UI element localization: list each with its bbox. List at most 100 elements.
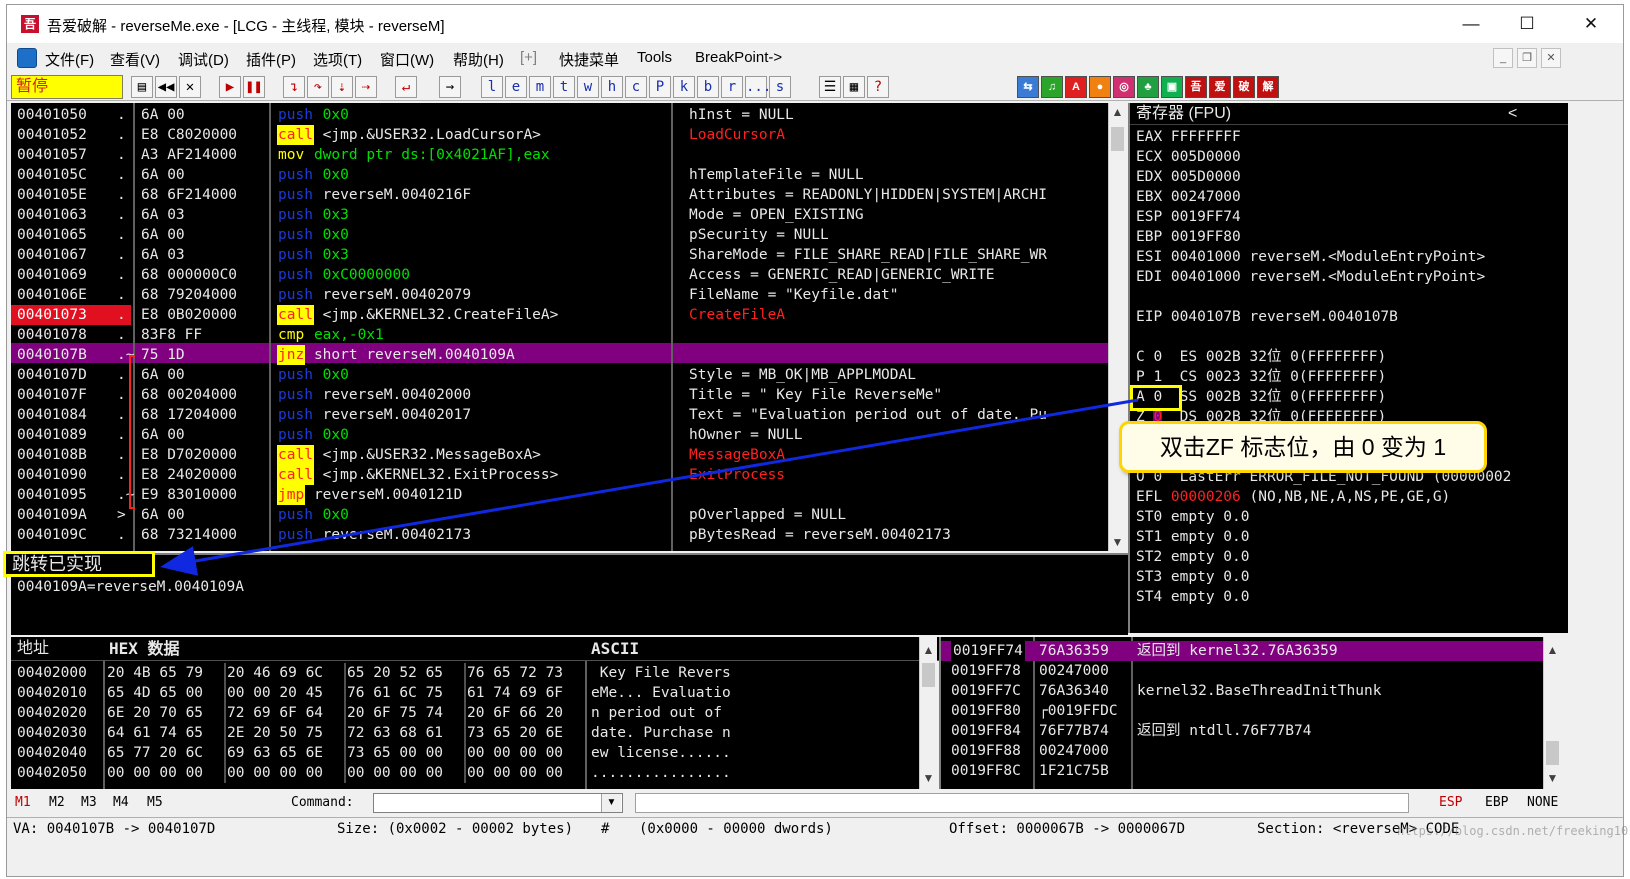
esp-button[interactable]: ESP	[1439, 795, 1462, 810]
cpu-button[interactable]: c	[625, 76, 647, 98]
memory-dump-pane[interactable]: 00402000 20 4B 65 79 20 46 69 6C 65 20 52 6…	[11, 661, 919, 789]
stack-pane[interactable]: 0019FF74 76A36359 返回到 kernel32.76A36359 001…	[939, 637, 1543, 789]
menu-tools[interactable]: Tools	[637, 49, 672, 66]
source-button[interactable]: s	[769, 76, 791, 98]
command-dropdown-icon[interactable]: ▼	[601, 794, 621, 812]
disasm-row[interactable]: 00401078. 83F8 FF cmp eax,-0x1	[11, 325, 671, 345]
disasm-row[interactable]: 00401090. E8 24020000 call <jmp.&KERNEL32.…	[11, 465, 671, 485]
tab-m1[interactable]: M1	[15, 795, 31, 810]
threads-button[interactable]: t	[553, 76, 575, 98]
register-line[interactable]: EDX 005D0000	[1136, 167, 1241, 187]
plugin-box-icon[interactable]: ▣	[1161, 76, 1183, 98]
register-line[interactable]: P 1 CS 0023 32位 0(FFFFFFFF)	[1136, 367, 1386, 387]
cpu-disassembly-pane[interactable]: 00401050. 6A 00 push 0x0 00401052. E8 C80200…	[11, 103, 1108, 551]
ebp-button[interactable]: EBP	[1485, 795, 1508, 810]
dump-scrollbar[interactable]: ▲ ▼	[919, 637, 937, 789]
dump-row[interactable]: 00402010 65 4D 65 00 00 00 20 45 76 61 6C 7…	[11, 683, 919, 703]
register-line[interactable]: ST1 empty 0.0	[1136, 527, 1250, 547]
dump-scroll-thumb[interactable]	[922, 663, 935, 687]
windows-button[interactable]: w	[577, 76, 599, 98]
command-output-field[interactable]	[635, 793, 1409, 813]
menu-shortcuts[interactable]: 快捷菜单	[559, 49, 619, 70]
registers-collapse-icon[interactable]: <	[1508, 103, 1517, 125]
register-line[interactable]: EAX FFFFFFFF	[1136, 127, 1241, 147]
efl-value[interactable]: 00000206	[1171, 489, 1241, 505]
list-icon[interactable]: ☰	[819, 76, 841, 98]
disasm-row[interactable]: 0040106E. 68 79204000 push reverseM.004020…	[11, 285, 671, 305]
call-stack-button[interactable]: k	[673, 76, 695, 98]
disasm-row[interactable]: 00401089. 6A 00 push 0x0	[11, 425, 671, 445]
mdi-restore-button[interactable]: ❐	[1517, 48, 1537, 68]
plugin-a-icon[interactable]: A	[1065, 76, 1087, 98]
menu-breakpoint[interactable]: BreakPoint->	[695, 49, 782, 66]
stack-row[interactable]: 0019FF80 ┌0019FFDC	[941, 701, 1543, 721]
executable-modules-button[interactable]: e	[505, 76, 527, 98]
stack-row[interactable]: 0019FF84 76F77B74 返回到 ntdll.76F77B74	[941, 721, 1543, 741]
register-line[interactable]: ST2 empty 0.0	[1136, 547, 1250, 567]
register-line[interactable]: ST3 empty 0.0	[1136, 567, 1250, 587]
disasm-row[interactable]: 0040107B .~ 75 1D jnz short reverseM.004010…	[11, 345, 671, 365]
patches-button[interactable]: P	[649, 76, 671, 98]
mdi-minimize-button[interactable]: _	[1493, 48, 1513, 68]
scroll-down-icon[interactable]: ▼	[1109, 533, 1126, 551]
menu-add[interactable]: [+]	[520, 49, 537, 66]
disasm-row[interactable]: 00401069. 68 000000C0 push 0xC0000000	[11, 265, 671, 285]
stack-row[interactable]: 0019FF8C 1F21C75B	[941, 761, 1543, 781]
log-window-button[interactable]: l	[481, 76, 503, 98]
menu-window[interactable]: 窗口(W)	[380, 49, 434, 70]
disasm-row[interactable]: 0040105E. 68 6F214000 push reverseM.004021…	[11, 185, 671, 205]
mdi-close-button[interactable]: ✕	[1541, 48, 1561, 68]
scroll-up-icon[interactable]: ▲	[1109, 103, 1126, 121]
grid-icon[interactable]: ▦	[843, 76, 865, 98]
disasm-row[interactable]: 00401052. E8 C8020000 call <jmp.&USER32.Lo…	[11, 125, 671, 145]
goto-icon[interactable]: →	[439, 76, 461, 98]
logo-wu-icon[interactable]: 吾	[1185, 76, 1207, 98]
trace-over-icon[interactable]: ⇢	[355, 76, 377, 98]
memory-map-button[interactable]: m	[529, 76, 551, 98]
tab-m2[interactable]: M2	[49, 795, 65, 810]
scroll-thumb[interactable]	[1111, 127, 1124, 151]
disasm-row[interactable]: 0040109C. 68 73214000 push reverseM.004021…	[11, 525, 671, 545]
register-line[interactable]: ESP 0019FF74	[1136, 207, 1241, 227]
menu-help[interactable]: 帮助(H)	[453, 49, 504, 70]
disasm-row[interactable]: 00401057. A3 AF214000 mov dword ptr ds:[0x…	[11, 145, 671, 165]
disasm-row[interactable]: 00401084. 68 17204000 push reverseM.004020…	[11, 405, 671, 425]
close-process-icon[interactable]: ✕	[179, 76, 201, 98]
disasm-row[interactable]: 00401095 .~ E9 83010000 jmp reverseM.004012…	[11, 485, 671, 505]
menu-view[interactable]: 查看(V)	[110, 49, 160, 70]
disasm-row[interactable]: 0040108B. E8 D7020000 call <jmp.&USER32.Me…	[11, 445, 671, 465]
registers-header[interactable]: 寄存器 (FPU) <	[1130, 103, 1568, 125]
tab-m5[interactable]: M5	[147, 795, 163, 810]
step-into-icon[interactable]: ↴	[283, 76, 305, 98]
stack-scroll-thumb[interactable]	[1546, 741, 1559, 765]
dump-scroll-down-icon[interactable]: ▼	[920, 769, 937, 787]
disasm-row[interactable]: 0040105C. 6A 00 push 0x0	[11, 165, 671, 185]
stack-row[interactable]: 0019FF74 76A36359 返回到 kernel32.76A36359	[941, 641, 1543, 661]
tab-m3[interactable]: M3	[81, 795, 97, 810]
menu-debug[interactable]: 调试(D)	[178, 49, 229, 70]
none-button[interactable]: NONE	[1527, 795, 1558, 810]
menu-plugins[interactable]: 插件(P)	[246, 49, 296, 70]
command-input[interactable]	[373, 793, 623, 813]
disasm-row[interactable]: 00401065. 6A 00 push 0x0	[11, 225, 671, 245]
stack-scroll-down-icon[interactable]: ▼	[1544, 769, 1561, 787]
minimize-button[interactable]: —	[1443, 5, 1499, 43]
plugin-swap-icon[interactable]: ⇆	[1017, 76, 1039, 98]
logo-po-icon[interactable]: 破	[1233, 76, 1255, 98]
dump-col-hex[interactable]: HEX 数据	[109, 637, 180, 661]
debugger-menu-icon[interactable]	[17, 48, 37, 68]
dump-row[interactable]: 00402000 20 4B 65 79 20 46 69 6C 65 20 52 6…	[11, 663, 919, 683]
dump-row[interactable]: 00402020 6E 20 70 65 72 69 6F 64 20 6F 75 7…	[11, 703, 919, 723]
plugin-club-icon[interactable]: ♣	[1137, 76, 1159, 98]
dump-row[interactable]: 00402040 65 77 20 6C 69 63 65 6E 73 65 00 0…	[11, 743, 919, 763]
execute-till-return-icon[interactable]: ↵	[395, 76, 417, 98]
trace-into-icon[interactable]: ⇣	[331, 76, 353, 98]
tab-m4[interactable]: M4	[113, 795, 129, 810]
register-line[interactable]: ESI 00401000 reverseM.<ModuleEntryPoint>	[1136, 247, 1485, 267]
run-trace-button[interactable]: ...	[745, 76, 771, 98]
breakpoints-button[interactable]: b	[697, 76, 719, 98]
menu-file[interactable]: 文件(F)	[45, 49, 94, 70]
disasm-row[interactable]: 00401067. 6A 03 push 0x3	[11, 245, 671, 265]
dump-row[interactable]: 00402050 00 00 00 00 00 00 00 00 00 00 00 0…	[11, 763, 919, 783]
maximize-button[interactable]: ☐	[1499, 5, 1555, 43]
